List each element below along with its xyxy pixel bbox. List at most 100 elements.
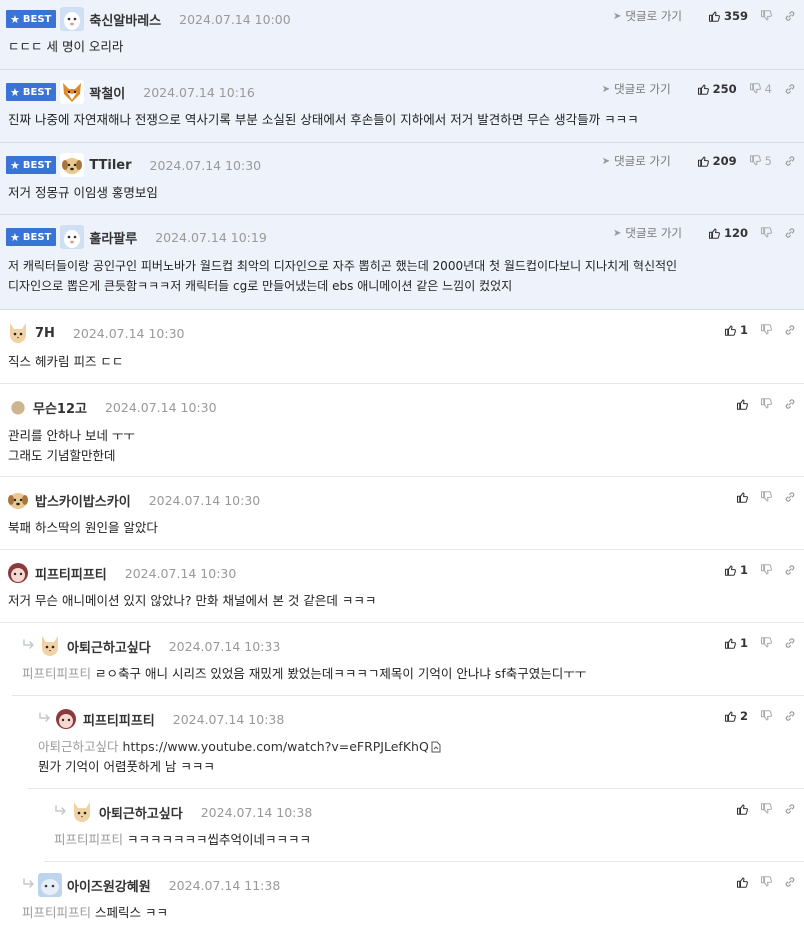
nickname[interactable]: 꽉철이 [89, 83, 125, 102]
reply-target[interactable]: 피프티피프티 [22, 905, 91, 920]
link-button[interactable] [784, 637, 796, 649]
link-button[interactable] [784, 491, 796, 503]
thumbs-up-icon [708, 10, 720, 22]
best-label: BEST [22, 159, 52, 171]
thumbs-down-icon [760, 637, 772, 649]
avatar[interactable] [38, 634, 62, 658]
like-button[interactable] [736, 876, 748, 888]
thumbs-up-icon [724, 564, 736, 576]
nickname[interactable]: 피프티피프티 [35, 564, 107, 583]
like-count: 2 [739, 709, 748, 723]
dislike-button[interactable]: 4 [749, 82, 772, 96]
like-button[interactable]: 250 [697, 82, 737, 96]
comment-text: 저거 무슨 애니메이션 있지 않았나? 만화 채널에서 본 것 같은데 ㅋㅋㅋ [8, 593, 377, 608]
date: 2024.07.14 10:30 [72, 325, 185, 341]
link-button[interactable] [784, 155, 796, 167]
best-badge: ★ BEST [6, 83, 57, 101]
reply-target[interactable]: 피프티피프티 [22, 666, 91, 681]
avatar[interactable] [60, 7, 84, 31]
nickname[interactable]: 아이즈원강혜원 [67, 876, 151, 895]
nickname[interactable]: 피프티피프티 [83, 710, 155, 729]
best-comment: ★ BEST TTiler 2024.07.14 10:30 ➤ 댓글로 가기 20… [0, 143, 804, 215]
link-icon [784, 876, 796, 888]
dislike-button[interactable] [760, 876, 772, 888]
like-button[interactable]: 120 [708, 226, 748, 240]
dislike-button[interactable] [760, 10, 772, 22]
comment-header: ★ BEST 꽉철이 2024.07.14 10:16 [6, 81, 255, 103]
reply-link[interactable]: ➤ 댓글로 가기 [602, 153, 671, 169]
file-icon[interactable] [431, 741, 441, 753]
link-button[interactable] [784, 83, 796, 95]
avatar[interactable] [6, 561, 30, 585]
like-button[interactable]: 359 [708, 9, 748, 23]
thumbs-up-icon [736, 876, 748, 888]
dislike-button[interactable]: 5 [749, 154, 772, 168]
nickname[interactable]: 아퇴근하고싶다 [99, 803, 183, 822]
date: 2024.07.14 10:38 [200, 804, 313, 820]
dislike-button[interactable] [760, 398, 772, 410]
dislike-button[interactable] [760, 637, 772, 649]
comment-text-content: 스페릭스 ㅋㅋ [95, 905, 168, 920]
reply-label: 댓글로 가기 [625, 9, 682, 23]
date: 2024.07.14 10:30 [104, 399, 217, 415]
dislike-button[interactable] [760, 710, 772, 722]
link-button[interactable] [784, 398, 796, 410]
dislike-button[interactable] [760, 564, 772, 576]
reply-link[interactable]: ➤ 댓글로 가기 [602, 81, 671, 97]
avatar[interactable] [6, 488, 30, 512]
link-button[interactable] [784, 10, 796, 22]
youtube-link[interactable]: https://www.youtube.com/watch?v=eFRPJLef… [123, 739, 429, 754]
reply-arrow-icon [38, 712, 52, 724]
dislike-button[interactable] [760, 491, 772, 503]
like-button[interactable] [736, 491, 748, 503]
avatar[interactable] [54, 707, 78, 731]
like-button[interactable]: 2 [724, 709, 748, 723]
nickname[interactable]: 밥스카이밥스카이 [35, 491, 131, 510]
comment-text: 저거 정몽규 이임생 홍명보임 [8, 185, 158, 200]
link-button[interactable] [784, 324, 796, 336]
dislike-button[interactable] [760, 324, 772, 336]
like-button[interactable]: 1 [724, 636, 748, 650]
nickname[interactable]: 무슨12고 [33, 398, 87, 417]
nickname[interactable]: 훌라팔루 [89, 228, 137, 247]
nickname[interactable]: 7H [35, 326, 55, 341]
like-count: 250 [712, 82, 737, 96]
reply-link[interactable]: ➤ 댓글로 가기 [613, 8, 682, 24]
dislike-button[interactable] [760, 803, 772, 815]
date: 2024.07.14 11:38 [168, 877, 281, 893]
avatar[interactable] [38, 873, 62, 897]
reply-label: 댓글로 가기 [625, 226, 682, 240]
comment-actions [724, 487, 796, 507]
nickname[interactable]: 아퇴근하고싶다 [67, 637, 151, 656]
like-button[interactable]: 1 [724, 563, 748, 577]
comment-actions: 2 [712, 706, 796, 726]
reply-link[interactable]: ➤ 댓글로 가기 [613, 225, 682, 241]
thumbs-down-icon [760, 324, 772, 336]
link-button[interactable] [784, 876, 796, 888]
link-icon [784, 491, 796, 503]
nickname[interactable]: 축신알바레스 [89, 10, 161, 29]
like-count: 359 [723, 9, 748, 23]
link-button[interactable] [784, 227, 796, 239]
avatar[interactable] [60, 225, 84, 249]
date: 2024.07.14 10:30 [148, 492, 261, 508]
avatar[interactable] [60, 80, 84, 104]
link-button[interactable] [784, 710, 796, 722]
like-button[interactable]: 1 [724, 323, 748, 337]
avatar[interactable] [70, 800, 94, 824]
nickname[interactable]: TTiler [89, 158, 131, 173]
like-button[interactable] [736, 803, 748, 815]
like-button[interactable]: 209 [697, 154, 737, 168]
avatar[interactable] [60, 153, 84, 177]
comment-actions: 1 [712, 633, 796, 653]
comment-header: 7H 2024.07.14 10:30 [6, 322, 185, 344]
avatar[interactable] [8, 397, 28, 417]
comment-text: 관리를 안하나 보네 ㅜㅜ 그래도 기념할만한데 [8, 426, 135, 466]
link-button[interactable] [784, 564, 796, 576]
like-button[interactable] [736, 398, 748, 410]
reply-target[interactable]: 아퇴근하고싶다 [38, 739, 119, 754]
link-button[interactable] [784, 803, 796, 815]
dislike-button[interactable] [760, 227, 772, 239]
reply-target[interactable]: 피프티피프티 [54, 832, 123, 847]
avatar[interactable] [6, 321, 30, 345]
